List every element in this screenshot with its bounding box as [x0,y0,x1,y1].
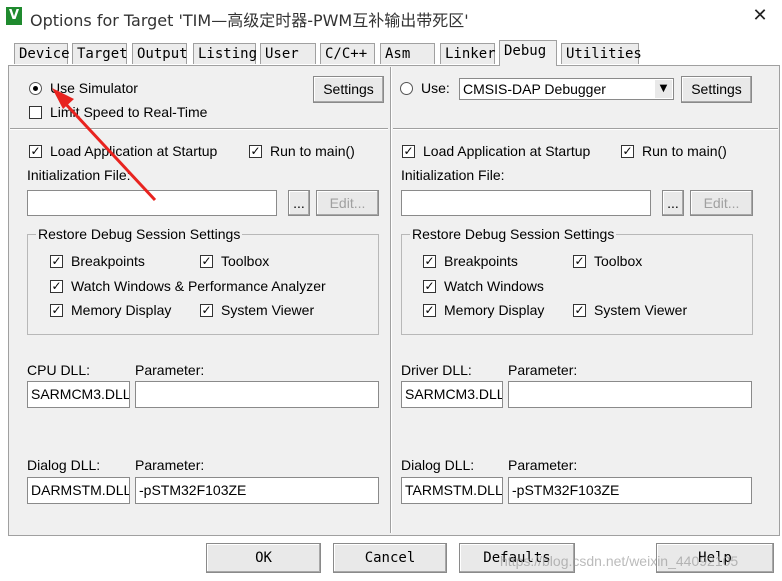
annotation-arrow-icon [52,88,157,202]
arrow-shaft [60,98,157,202]
arrow-head [52,88,74,109]
